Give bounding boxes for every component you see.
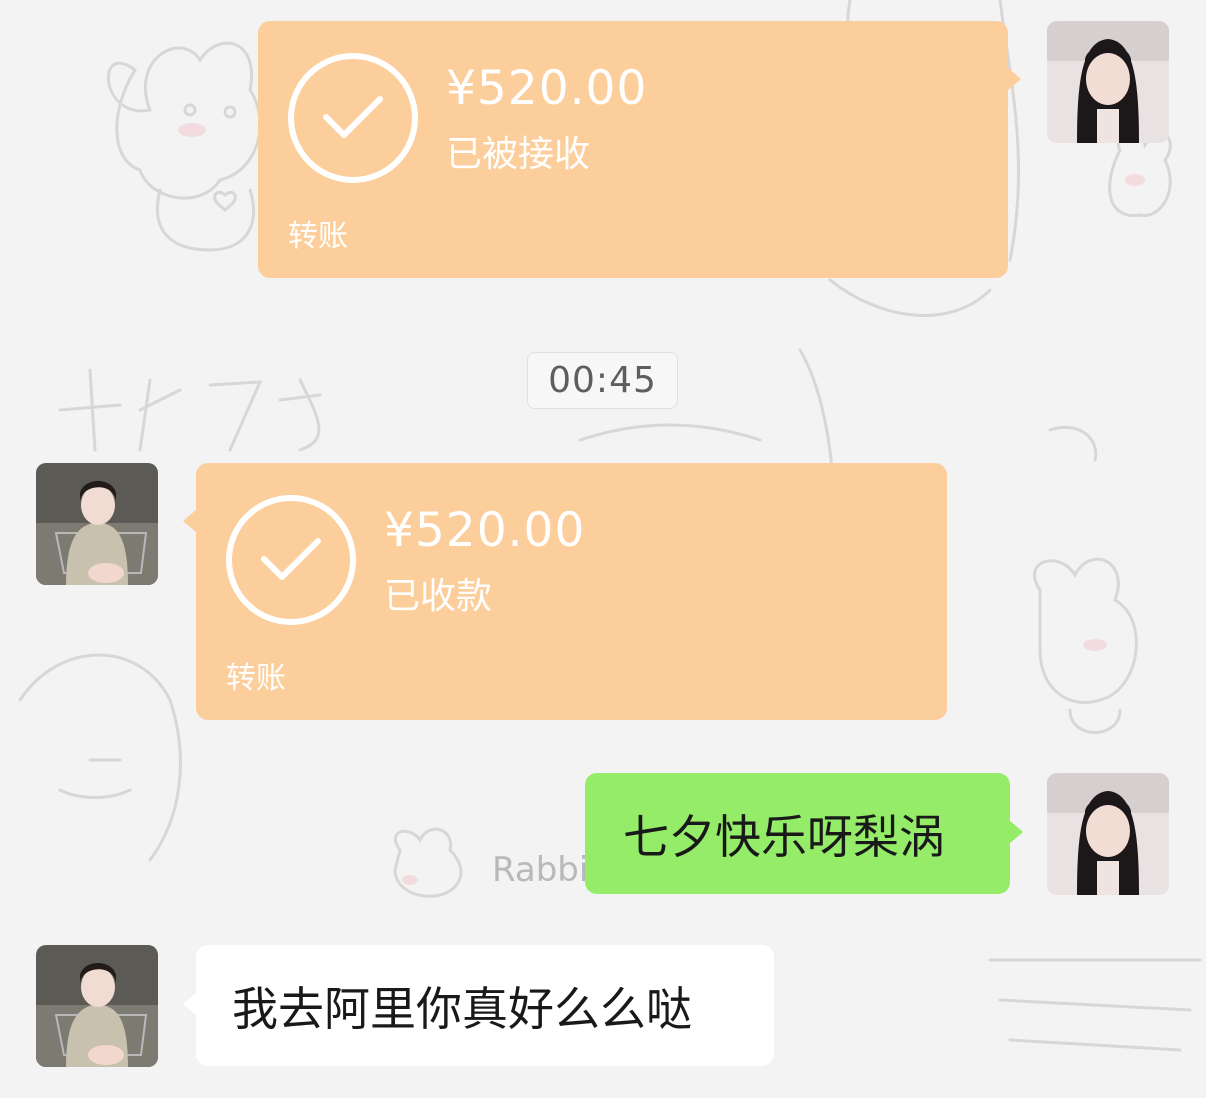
transfer-amount: ¥520.00 (384, 503, 586, 558)
message-text: 七夕快乐呀梨涡 (623, 809, 945, 864)
message-text: 我去阿里你真好么么哒 (232, 981, 692, 1036)
check-circle-icon (288, 53, 418, 183)
check-circle-icon (226, 495, 356, 625)
transfer-label: 转账 (288, 219, 348, 254)
chat-timestamp: 00:45 (527, 352, 678, 409)
bubble-tail (1009, 820, 1023, 844)
transfer-status: 已收款 (384, 576, 493, 617)
my-avatar[interactable] (1047, 21, 1169, 143)
transfer-status: 已被接收 (446, 134, 591, 175)
transfer-amount: ¥520.00 (446, 61, 648, 116)
transfer-message-received[interactable]: ¥520.00 已收款 转账 (183, 463, 947, 720)
text-message-received[interactable]: 我去阿里你真好么么哒 (183, 945, 774, 1066)
transfer-label: 转账 (226, 661, 286, 696)
bubble-tail (183, 509, 197, 533)
contact-avatar[interactable] (36, 463, 158, 585)
text-message-sent[interactable]: 七夕快乐呀梨涡 (585, 773, 1023, 894)
background-watermark: Rabbi (492, 850, 589, 890)
my-avatar[interactable] (1047, 773, 1169, 895)
bubble-tail (1007, 67, 1021, 91)
contact-avatar[interactable] (36, 945, 158, 1067)
transfer-message-sent[interactable]: ¥520.00 已被接收 转账 (258, 21, 1021, 278)
bubble-tail (183, 992, 197, 1016)
